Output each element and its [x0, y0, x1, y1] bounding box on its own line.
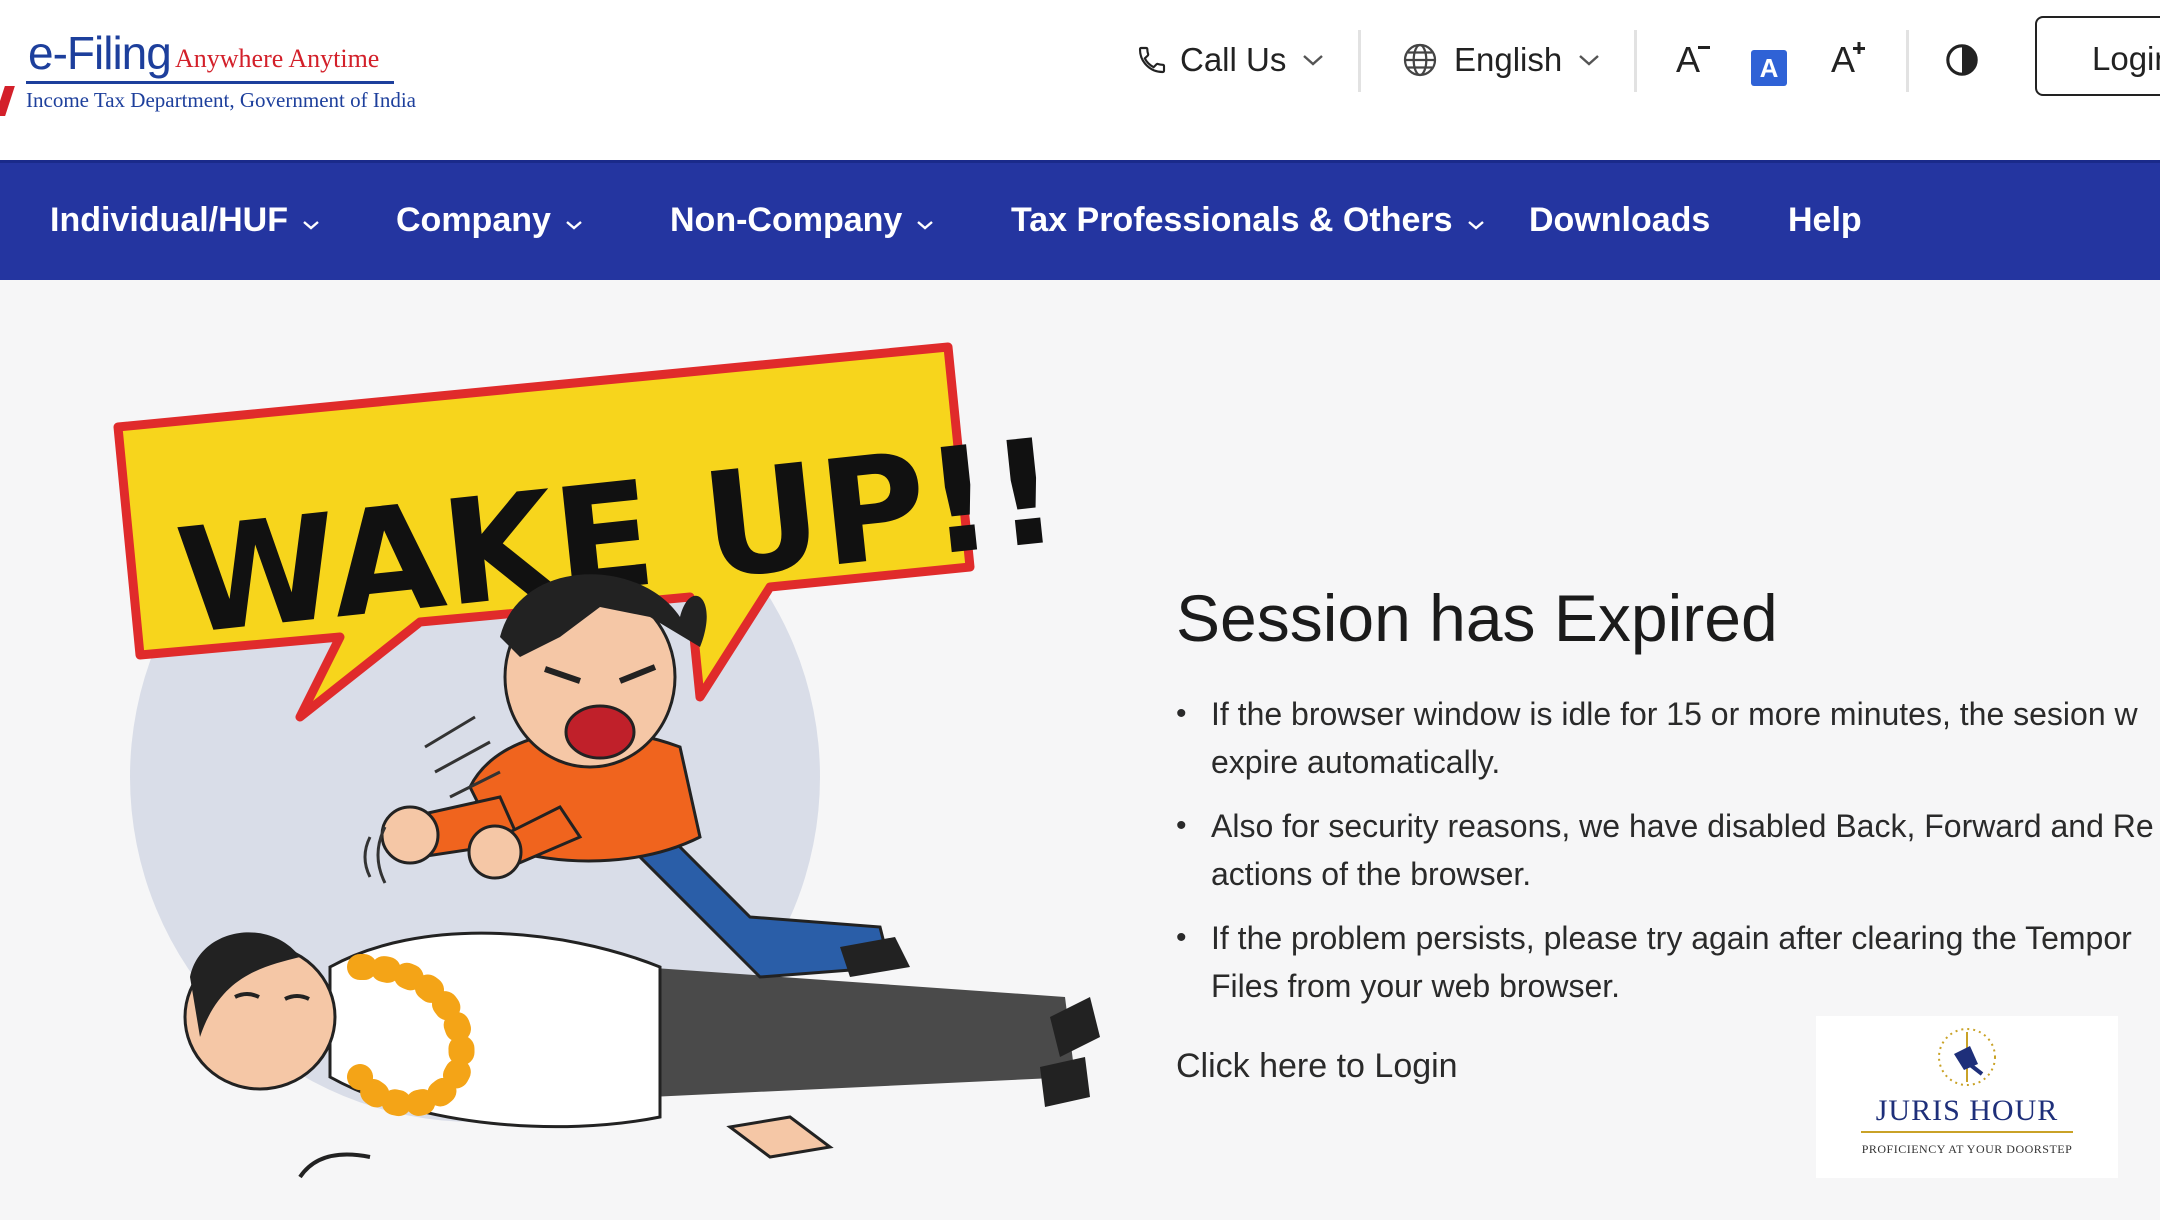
list-item-line: If the problem persists, please try agai…	[1211, 920, 2132, 956]
font-decrease-label: A	[1676, 39, 1701, 80]
list-item: Also for security reasons, we have disab…	[1176, 802, 2160, 898]
chevron-down-icon	[1467, 201, 1485, 240]
header-divider	[1358, 30, 1361, 92]
watermark-divider	[1861, 1131, 2073, 1133]
chevron-down-icon	[1578, 53, 1600, 67]
list-item-line: Also for security reasons, we have disab…	[1211, 808, 2154, 844]
nav-tax-professionals[interactable]: Tax Professionals & Others	[1011, 201, 1485, 240]
language-dropdown[interactable]: English	[1402, 34, 1600, 86]
login-button[interactable]: Login	[2035, 16, 2160, 96]
nav-non-company[interactable]: Non-Company	[670, 201, 934, 240]
font-decrease-button[interactable]: A	[1676, 34, 1711, 86]
nav-label: Company	[396, 201, 551, 239]
watermark-name: JURIS HOUR	[1875, 1094, 2059, 1127]
nav-label: Tax Professionals & Others	[1011, 201, 1453, 239]
watermark-tagline: PROFICIENCY AT YOUR DOORSTEP	[1861, 1142, 2073, 1156]
list-item: If the browser window is idle for 15 or …	[1176, 690, 2160, 786]
globe-icon	[1402, 42, 1438, 78]
list-item-line: actions of the browser.	[1211, 856, 1532, 892]
language-label: English	[1454, 41, 1563, 78]
login-link[interactable]: Click here to Login	[1176, 1047, 1458, 1086]
logo-tagline: Anywhere Anytime	[175, 44, 380, 73]
plus-icon	[1853, 42, 1866, 54]
font-increase-label: A	[1831, 39, 1856, 80]
phone-icon	[1136, 43, 1168, 77]
chevron-down-icon	[916, 201, 934, 240]
contrast-icon	[1945, 43, 1979, 77]
nav-help[interactable]: Help	[1788, 201, 1862, 240]
nav-individual-huf[interactable]: Individual/HUF	[50, 201, 320, 240]
logo-brand: e-Filing	[28, 27, 172, 79]
nav-label: Individual/HUF	[50, 201, 288, 239]
juris-hour-logo-icon	[1938, 1028, 1996, 1086]
minus-icon	[1698, 45, 1711, 51]
wake-up-illustration: WAKE UP!!	[0, 277, 1120, 1215]
main-navigation: Individual/HUF Company Non-Company Tax P…	[0, 160, 2160, 280]
nav-label: Downloads	[1529, 201, 1711, 239]
font-normal-button[interactable]: A	[1751, 42, 1787, 94]
contrast-toggle-button[interactable]	[1945, 34, 1979, 86]
logo-department: Income Tax Department, Government of Ind…	[26, 88, 417, 112]
header-divider	[1634, 30, 1637, 92]
list-item-line: expire automatically.	[1211, 744, 1501, 780]
chevron-down-icon	[302, 201, 320, 240]
list-item-line: If the browser window is idle for 15 or …	[1211, 696, 2138, 732]
nav-downloads[interactable]: Downloads	[1529, 201, 1710, 240]
list-item-line: Files from your web browser.	[1211, 968, 1621, 1004]
font-increase-button[interactable]: A	[1831, 34, 1866, 86]
top-header: e-Filing Anywhere Anytime Income Tax Dep…	[0, 0, 2160, 160]
logo-emblem-icon	[0, 86, 15, 116]
efiling-logo[interactable]: e-Filing Anywhere Anytime Income Tax Dep…	[0, 14, 420, 116]
call-us-dropdown[interactable]: Call Us	[1136, 34, 1324, 86]
chevron-down-icon	[1302, 53, 1324, 67]
header-divider	[1906, 30, 1909, 92]
nav-label: Help	[1788, 201, 1862, 239]
cartoon-illustration: WAKE UP!!	[113, 342, 1100, 1179]
font-normal-label: A	[1751, 50, 1787, 86]
session-info-list: If the browser window is idle for 15 or …	[1176, 690, 2160, 1026]
nav-company[interactable]: Company	[396, 201, 583, 240]
nav-label: Non-Company	[670, 201, 903, 239]
chevron-down-icon	[565, 201, 583, 240]
call-us-label: Call Us	[1180, 41, 1287, 78]
list-item: If the problem persists, please try agai…	[1176, 914, 2160, 1010]
page-title: Session has Expired	[1176, 581, 1778, 655]
juris-hour-watermark: JURIS HOUR PROFICIENCY AT YOUR DOORSTEP	[1816, 1016, 2118, 1178]
logo-divider	[26, 81, 394, 84]
